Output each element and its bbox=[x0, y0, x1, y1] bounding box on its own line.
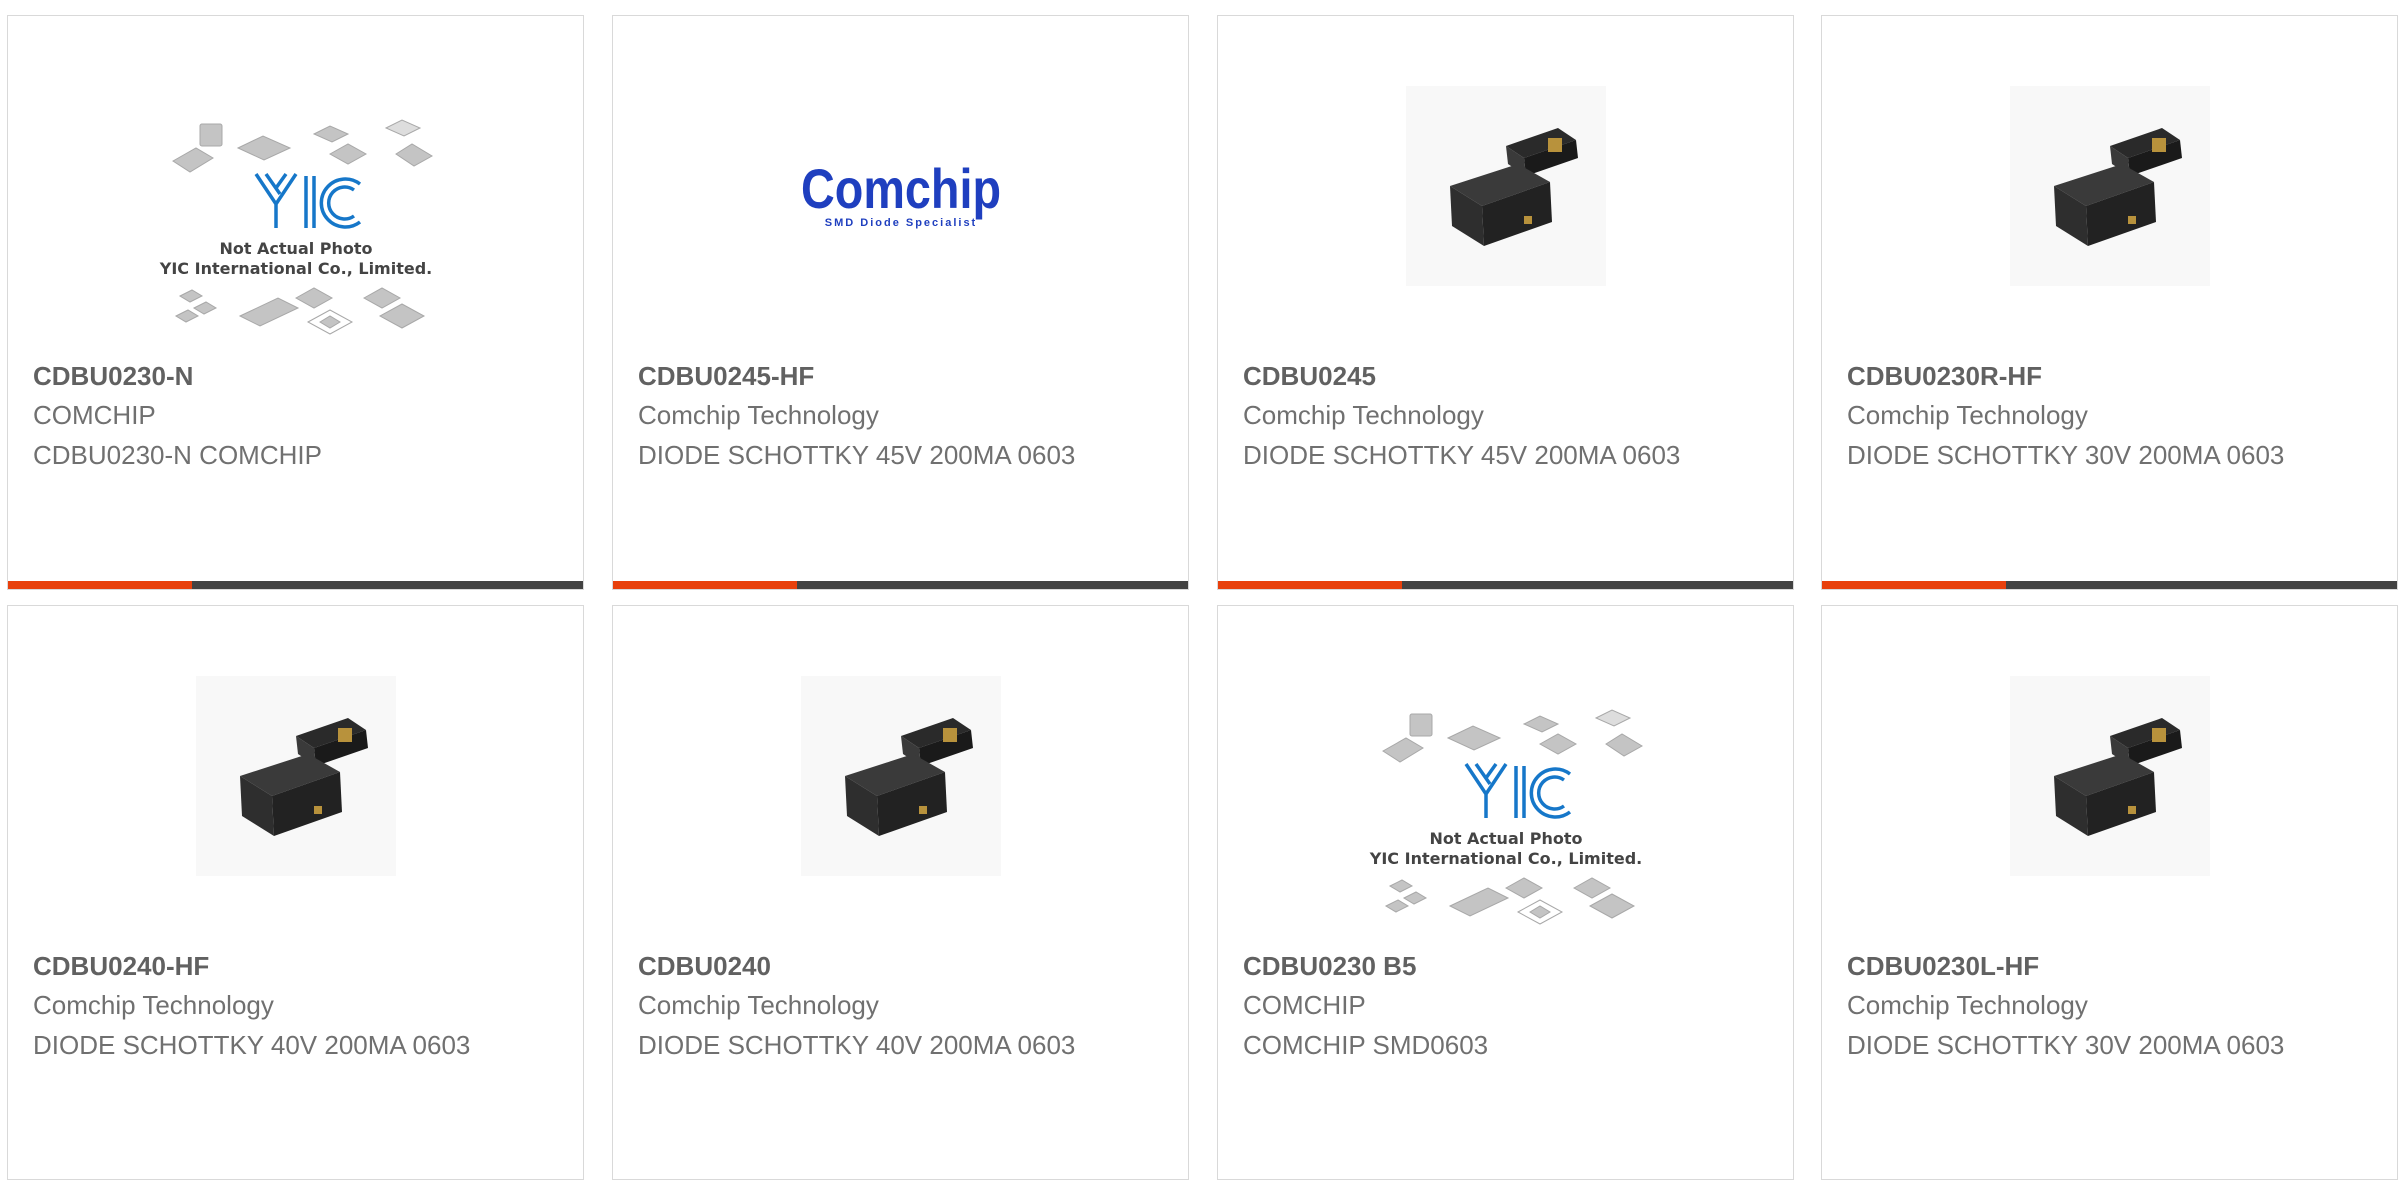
comchip-logo-tagline: SMD Diode Specialist bbox=[825, 217, 977, 229]
product-image[interactable] bbox=[1822, 666, 2397, 946]
card-progress-fill bbox=[1822, 581, 2006, 589]
product-manufacturer: Comchip Technology bbox=[638, 400, 879, 430]
product-sku[interactable]: CDBU0240-HF bbox=[33, 951, 209, 982]
card-progress-fill bbox=[1218, 581, 1402, 589]
product-card[interactable]: CDBU0230R-HF Comchip Technology DIODE SCHO… bbox=[1821, 15, 2398, 590]
product-manufacturer: COMCHIP bbox=[1243, 990, 1366, 1020]
card-progress-bar bbox=[8, 581, 583, 589]
product-description: COMCHIP SMD0603 bbox=[1243, 1030, 1489, 1060]
diode-photo-image bbox=[2010, 86, 2210, 286]
yic-placeholder-image: Not Actual Photo YIC International Co., … bbox=[159, 119, 433, 335]
product-description: DIODE SCHOTTKY 45V 200MA 0603 bbox=[638, 440, 1076, 470]
product-manufacturer: Comchip Technology bbox=[1847, 400, 2088, 430]
comchip-logo-text: Comchip bbox=[801, 157, 1001, 220]
product-description: DIODE SCHOTTKY 40V 200MA 0603 bbox=[638, 1030, 1076, 1060]
diode-photo-image bbox=[801, 676, 1001, 876]
product-sku[interactable]: CDBU0230L-HF bbox=[1847, 951, 2039, 982]
product-image[interactable] bbox=[8, 666, 583, 946]
product-sku[interactable]: CDBU0230R-HF bbox=[1847, 361, 2042, 392]
product-card[interactable]: Not Actual Photo YIC International Co., … bbox=[1217, 605, 1794, 1180]
product-sku[interactable]: CDBU0245 bbox=[1243, 361, 1376, 392]
diode-photo-image bbox=[196, 676, 396, 876]
card-progress-bar bbox=[613, 581, 1188, 589]
placeholder-caption-2: YIC International Co., Limited. bbox=[1369, 849, 1642, 868]
product-sku[interactable]: CDBU0230 B5 bbox=[1243, 951, 1416, 982]
product-description: DIODE SCHOTTKY 30V 200MA 0603 bbox=[1847, 440, 2285, 470]
product-manufacturer: COMCHIP bbox=[33, 400, 156, 430]
card-progress-fill bbox=[8, 581, 192, 589]
product-card[interactable]: CDBU0245 Comchip Technology DIODE SCHOTTKY… bbox=[1217, 15, 1794, 590]
product-sku[interactable]: CDBU0245-HF bbox=[638, 361, 814, 392]
product-image[interactable]: Comchip SMD Diode Specialist bbox=[613, 76, 1188, 356]
product-image[interactable]: Not Actual Photo YIC International Co., … bbox=[8, 76, 583, 356]
comchip-logo-image: Comchip SMD Diode Specialist bbox=[801, 157, 1001, 229]
product-card[interactable]: CDBU0240 Comchip Technology DIODE SCHOTTKY… bbox=[612, 605, 1189, 1180]
placeholder-caption-2: YIC International Co., Limited. bbox=[159, 259, 432, 278]
product-image[interactable] bbox=[613, 666, 1188, 946]
card-progress-bar bbox=[1218, 581, 1793, 589]
card-progress-bar bbox=[1822, 581, 2397, 589]
product-image[interactable]: Not Actual Photo YIC International Co., … bbox=[1218, 666, 1793, 946]
placeholder-caption-1: Not Actual Photo bbox=[219, 239, 372, 258]
product-description: DIODE SCHOTTKY 30V 200MA 0603 bbox=[1847, 1030, 2285, 1060]
product-sku[interactable]: CDBU0240 bbox=[638, 951, 771, 982]
product-card[interactable]: Comchip SMD Diode Specialist CDBU0245-HF… bbox=[612, 15, 1189, 590]
diode-photo-image bbox=[2010, 676, 2210, 876]
card-progress-fill bbox=[613, 581, 797, 589]
product-manufacturer: Comchip Technology bbox=[1847, 990, 2088, 1020]
product-card[interactable]: CDBU0240-HF Comchip Technology DIODE SCHOT… bbox=[7, 605, 584, 1180]
placeholder-caption-1: Not Actual Photo bbox=[1429, 829, 1582, 848]
product-card[interactable]: CDBU0230L-HF Comchip Technology DIODE SCHO… bbox=[1821, 605, 2398, 1180]
product-manufacturer: Comchip Technology bbox=[1243, 400, 1484, 430]
product-card[interactable]: Not Actual Photo YIC International Co., … bbox=[7, 15, 584, 590]
yic-placeholder-image: Not Actual Photo YIC International Co., … bbox=[1369, 709, 1643, 925]
product-image[interactable] bbox=[1822, 76, 2397, 356]
product-manufacturer: Comchip Technology bbox=[638, 990, 879, 1020]
product-manufacturer: Comchip Technology bbox=[33, 990, 274, 1020]
product-description: CDBU0230-N COMCHIP bbox=[33, 440, 322, 470]
diode-photo-image bbox=[1406, 86, 1606, 286]
product-image[interactable] bbox=[1218, 76, 1793, 356]
product-sku[interactable]: CDBU0230-N bbox=[33, 361, 193, 392]
product-description: DIODE SCHOTTKY 40V 200MA 0603 bbox=[33, 1030, 471, 1060]
product-description: DIODE SCHOTTKY 45V 200MA 0603 bbox=[1243, 440, 1681, 470]
